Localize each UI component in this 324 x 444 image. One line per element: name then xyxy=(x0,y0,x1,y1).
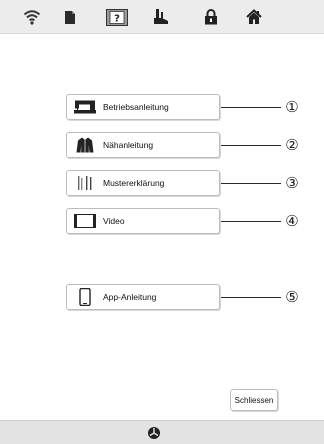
page-icon[interactable] xyxy=(60,8,80,26)
callout-1: ① xyxy=(285,97,299,116)
operation-manual-label: Betriebsanleitung xyxy=(103,102,169,112)
app-guide-button[interactable]: App-Anleitung xyxy=(66,284,220,310)
app-guide-label: App-Anleitung xyxy=(103,292,157,302)
bottom-status-bar xyxy=(0,420,324,444)
pattern-explanation-label: Mustererklärung xyxy=(103,178,165,188)
callout-2: ② xyxy=(285,135,299,154)
home-icon[interactable] xyxy=(244,8,264,26)
stitch-pattern-icon xyxy=(73,174,97,192)
help-icon[interactable]: ? xyxy=(105,8,129,26)
video-label: Video xyxy=(103,216,125,226)
callout-line-2 xyxy=(221,145,281,146)
sewing-machine-icon xyxy=(73,98,97,116)
operation-manual-button[interactable]: Betriebsanleitung xyxy=(66,94,220,120)
garment-icon xyxy=(73,136,97,154)
callout-4: ④ xyxy=(285,211,299,230)
callout-3: ③ xyxy=(285,173,299,192)
top-toolbar: ? xyxy=(0,0,324,34)
close-button[interactable]: Schliessen xyxy=(230,389,278,411)
sewing-guide-label: Nähanleitung xyxy=(103,140,154,150)
manual-menu-panel: Betriebsanleitung ① Nähanleitung ② Muste… xyxy=(0,34,324,417)
callout-5: ⑤ xyxy=(285,287,299,306)
callout-line-1 xyxy=(221,107,281,108)
wifi-icon[interactable] xyxy=(22,8,42,26)
callout-line-3 xyxy=(221,183,281,184)
svg-text:?: ? xyxy=(114,13,120,24)
presser-foot-icon[interactable] xyxy=(151,8,171,26)
video-icon xyxy=(73,212,97,230)
needle-position-icon[interactable] xyxy=(147,426,161,440)
callout-line-4 xyxy=(221,221,281,222)
video-button[interactable]: Video xyxy=(66,208,220,234)
callout-line-5 xyxy=(221,297,281,298)
smartphone-icon xyxy=(73,288,97,306)
pattern-explanation-button[interactable]: Mustererklärung xyxy=(66,170,220,196)
lock-icon[interactable] xyxy=(201,8,221,26)
sewing-guide-button[interactable]: Nähanleitung xyxy=(66,132,220,158)
